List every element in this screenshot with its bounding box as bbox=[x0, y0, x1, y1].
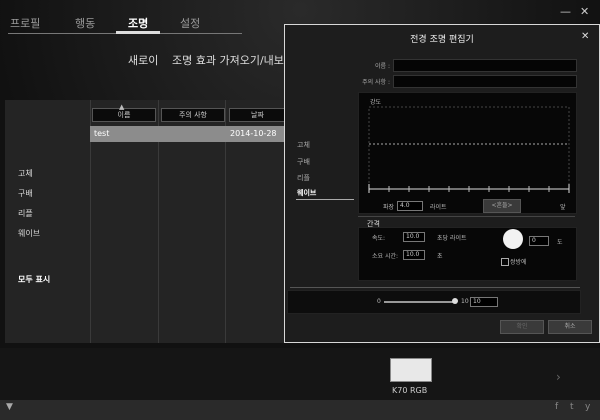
new-effect-link[interactable]: 새로이 bbox=[128, 52, 158, 68]
import-export-link[interactable]: 조명 효과 가져오기/내보내 bbox=[172, 52, 294, 68]
forward-label: 앞 bbox=[560, 204, 566, 211]
wavelength-label: 파장 bbox=[383, 204, 395, 211]
name-label: 이름 : bbox=[375, 63, 390, 70]
name-input[interactable] bbox=[393, 59, 577, 72]
type-selected-underline bbox=[296, 199, 354, 200]
tab-actions[interactable]: 행동 bbox=[75, 15, 95, 31]
type-wave[interactable]: 웨이브 bbox=[297, 188, 316, 198]
bidirectional-label: 쌍방에 bbox=[510, 259, 527, 266]
angle-input[interactable]: 0 bbox=[529, 236, 549, 246]
col-header-note[interactable]: 주의 사항 bbox=[161, 108, 225, 122]
wavelength-unit: 라이트 bbox=[430, 204, 447, 211]
sort-arrow-icon: ▲ bbox=[119, 103, 125, 111]
brightness-input[interactable]: 10 bbox=[470, 297, 498, 307]
keyboard-icon[interactable] bbox=[390, 358, 432, 382]
bidirectional-checkbox[interactable] bbox=[501, 258, 509, 266]
filter-ripple[interactable]: 리플 bbox=[18, 208, 33, 219]
duration-input[interactable]: 10.0 bbox=[403, 250, 425, 260]
filter-gradient[interactable]: 구배 bbox=[18, 188, 33, 199]
close-window-button[interactable]: ✕ bbox=[580, 5, 589, 18]
next-device-chevron-icon[interactable]: › bbox=[556, 370, 561, 384]
dialog-close-icon[interactable]: ✕ bbox=[581, 31, 589, 42]
separator bbox=[358, 216, 575, 217]
device-bar bbox=[0, 348, 600, 400]
cancel-button[interactable]: 취소 bbox=[548, 320, 592, 334]
speed-input[interactable]: 10.0 bbox=[403, 232, 425, 242]
filter-solid[interactable]: 고체 bbox=[18, 168, 33, 179]
separator bbox=[290, 287, 580, 288]
type-solid[interactable]: 고체 bbox=[297, 140, 310, 150]
col-header-date[interactable]: 날짜 bbox=[229, 108, 286, 122]
duration-unit: 초 bbox=[437, 253, 443, 260]
youtube-icon[interactable]: y bbox=[585, 402, 590, 412]
wavelength-input[interactable]: 4.0 bbox=[397, 201, 423, 211]
intensity-graph[interactable] bbox=[366, 104, 572, 194]
tab-settings[interactable]: 설정 bbox=[180, 15, 200, 31]
note-label: 주의 사항 : bbox=[362, 79, 390, 86]
row-date: 2014-10-28 bbox=[230, 129, 277, 138]
menu-chevron-icon[interactable]: ▼ bbox=[6, 402, 13, 412]
twitter-icon[interactable]: t bbox=[570, 402, 574, 412]
angle-unit: 도 bbox=[557, 239, 563, 246]
active-tab-indicator bbox=[116, 31, 160, 34]
brightness-slider[interactable] bbox=[384, 301, 456, 303]
duration-label: 소요 시간: bbox=[372, 253, 399, 260]
facebook-icon[interactable]: f bbox=[555, 402, 558, 412]
type-ripple[interactable]: 리플 bbox=[297, 173, 310, 183]
speed-unit: 초당 라이트 bbox=[437, 235, 467, 242]
direction-dial[interactable] bbox=[503, 229, 523, 249]
brightness-max: 10 bbox=[461, 298, 469, 305]
type-gradient[interactable]: 구배 bbox=[297, 157, 310, 167]
minimize-button[interactable]: — bbox=[560, 5, 571, 18]
show-all-link[interactable]: 모두 표시 bbox=[18, 274, 50, 285]
speed-label: 속도: bbox=[372, 235, 386, 242]
brightness-slider-thumb[interactable] bbox=[452, 298, 458, 304]
filter-wave[interactable]: 웨이브 bbox=[18, 228, 40, 239]
tab-profile[interactable]: 프로필 bbox=[10, 15, 40, 31]
tab-lighting[interactable]: 조명 bbox=[128, 15, 148, 31]
row-name: test bbox=[94, 129, 110, 138]
status-bar bbox=[0, 400, 600, 420]
ok-button[interactable]: 확인 bbox=[500, 320, 544, 334]
brightness-min: 0 bbox=[377, 298, 381, 305]
device-name: K70 RGB bbox=[392, 386, 428, 395]
note-input[interactable] bbox=[393, 75, 577, 88]
wave-preset-button[interactable]: <흔들> bbox=[483, 199, 521, 213]
dialog-title: 전경 조명 편집기 bbox=[410, 35, 474, 45]
